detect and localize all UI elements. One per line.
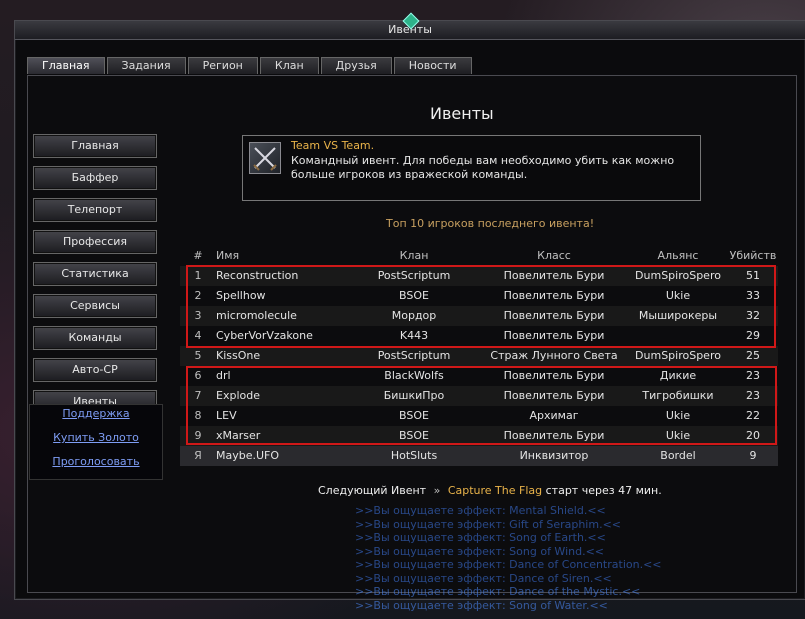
row-kills: 9 (749, 449, 757, 462)
row-kills: 25 (746, 349, 760, 362)
row-name: KissOne (216, 349, 261, 362)
row-clan: HotSluts (390, 449, 438, 462)
table-row-self: Я Maybe.UFO HotSluts Инквизитор Bordel 9 (180, 446, 778, 466)
next-event-prefix: Следующий Ивент (318, 484, 427, 497)
table-row: 5 KissOne PostScriptum Страж Лунного Све… (180, 346, 778, 366)
event-info-box: Team VS Team. Командный ивент. Для побед… (242, 135, 701, 201)
row-class: Страж Лунного Света (490, 349, 618, 362)
next-event-line: Следующий Ивент » Capture The Flag старт… (318, 484, 662, 497)
links-panel: Поддержка Купить Золото Проголосовать (29, 404, 163, 480)
chat-line: >>Вы ощущаете эффект: Dance of Concentra… (355, 558, 662, 571)
menu-services-button[interactable]: Сервисы (33, 294, 157, 318)
highlight-box-bottom (186, 366, 777, 445)
row-num: Я (194, 449, 202, 462)
tab-news[interactable]: Новости (393, 57, 472, 74)
side-menu: Главная Баффер Телепорт Профессия Статис… (33, 134, 157, 422)
menu-buffer-button[interactable]: Баффер (33, 166, 157, 190)
tab-bar: Главная Задания Регион Клан Друзья Новос… (27, 57, 472, 75)
table-header: # Имя Клан Класс Альянс Убийств (180, 246, 778, 266)
chat-line: >>Вы ощущаете эффект: Gift of Seraphim.<… (355, 517, 622, 531)
next-event-suffix: старт через 47 мин. (545, 484, 662, 497)
header-num: # (193, 249, 203, 262)
header-class: Класс (537, 249, 571, 262)
double-arrow-icon: » (433, 484, 441, 497)
header-alliance: Альянс (657, 249, 699, 262)
row-clan: PostScriptum (377, 349, 451, 362)
event-title: Team VS Team. (291, 139, 375, 152)
page-title: Ивенты (430, 104, 494, 123)
row-class: Инквизитор (519, 449, 589, 462)
chat-line: >>Вы ощущаете эффект: Mental Shield.<< (355, 504, 606, 517)
chat-line: >>Вы ощущаете эффект: Song of Wind.<< (355, 544, 605, 558)
highlight-box-top (186, 265, 776, 348)
top10-caption: Топ 10 игроков последнего ивента! (386, 217, 595, 230)
menu-commands-button[interactable]: Команды (33, 326, 157, 350)
support-link[interactable]: Поддержка (30, 405, 162, 429)
tab-region[interactable]: Регион (187, 57, 258, 74)
buy-gold-link[interactable]: Купить Золото (30, 429, 162, 453)
crossed-swords-icon (249, 142, 281, 174)
chat-log: >>Вы ощущаете эффект: Mental Shield.<< >… (355, 504, 662, 612)
tab-main[interactable]: Главная (27, 57, 105, 74)
vote-link[interactable]: Проголосовать (30, 453, 162, 477)
menu-teleport-button[interactable]: Телепорт (33, 198, 157, 222)
row-alliance: DumSpiroSpero (635, 349, 721, 362)
chat-line: >>Вы ощущаете эффект: Song of Water.<< (355, 598, 608, 612)
menu-profession-button[interactable]: Профессия (33, 230, 157, 254)
header-clan: Клан (399, 249, 429, 262)
chat-line: >>Вы ощущаете эффект: Song of Earth.<< (355, 531, 606, 544)
row-name: Maybe.UFO (216, 449, 280, 462)
header-name: Имя (216, 249, 240, 262)
chat-line: >>Вы ощущаете эффект: Dance of the Mysti… (355, 585, 641, 598)
next-event-name: Capture The Flag (447, 484, 543, 497)
menu-autocp-button[interactable]: Авто-CP (33, 358, 157, 382)
menu-main-button[interactable]: Главная (33, 134, 157, 158)
event-description: Командный ивент. Для победы вам необходи… (291, 154, 675, 181)
row-num: 5 (194, 349, 202, 362)
row-alliance: Bordel (660, 449, 696, 462)
header-kills: Убийств (729, 249, 777, 262)
tab-quests[interactable]: Задания (106, 57, 186, 74)
menu-statistics-button[interactable]: Статистика (33, 262, 157, 286)
tab-clan[interactable]: Клан (259, 57, 319, 74)
chat-line: >>Вы ощущаете эффект: Dance of Siren.<< (355, 571, 612, 585)
tab-friends[interactable]: Друзья (320, 57, 392, 74)
